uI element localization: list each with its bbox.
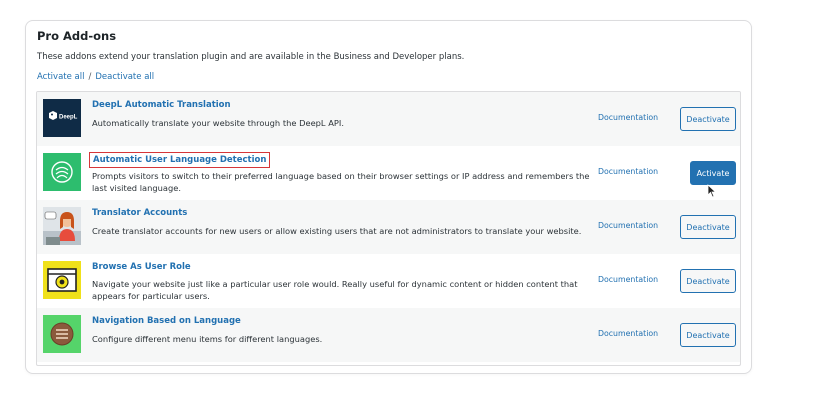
mouse-cursor-icon bbox=[707, 184, 717, 198]
deepl-logo-icon: DeepL bbox=[43, 99, 81, 137]
deactivate-all-link[interactable]: Deactivate all bbox=[95, 72, 154, 82]
section-title: Pro Add-ons bbox=[37, 29, 117, 43]
addon-name-highlighted: Automatic User Language Detection bbox=[89, 152, 271, 168]
browse-window-eye-icon bbox=[43, 261, 81, 299]
documentation-link[interactable]: Documentation bbox=[598, 221, 658, 230]
activate-button[interactable]: Activate bbox=[690, 161, 736, 185]
addon-description: Create translator accounts for new users… bbox=[92, 226, 582, 236]
pro-addons-panel: Pro Add-ons These addons extend your tra… bbox=[25, 20, 752, 374]
bulk-actions: Activate all / Deactivate all bbox=[37, 72, 154, 82]
bulk-separator: / bbox=[88, 72, 92, 82]
activate-all-link[interactable]: Activate all bbox=[37, 72, 84, 82]
addons-list: DeepL DeepL Automatic Translation Automa… bbox=[36, 91, 741, 366]
addon-name: Translator Accounts bbox=[92, 208, 188, 218]
addon-row-translator-accounts: Translator Accounts Create translator ac… bbox=[37, 200, 740, 254]
addon-row-browse-as-user-role: Browse As User Role Navigate your websit… bbox=[37, 254, 740, 308]
addon-name: DeepL Automatic Translation bbox=[92, 100, 231, 110]
deactivate-button[interactable]: Deactivate bbox=[680, 269, 736, 293]
addon-description: Prompts visitors to switch to their pref… bbox=[92, 171, 590, 193]
section-description: These addons extend your translation plu… bbox=[37, 52, 465, 62]
addon-description: Automatically translate your website thr… bbox=[92, 118, 344, 128]
deepl-logo-text: DeepL bbox=[59, 115, 78, 121]
addon-name: Browse As User Role bbox=[92, 262, 191, 272]
addon-row-language-detection: Automatic User Language Detection Prompt… bbox=[37, 146, 740, 200]
navigation-menu-icon bbox=[43, 315, 81, 353]
documentation-link[interactable]: Documentation bbox=[598, 329, 658, 338]
addon-row-navigation-language: Navigation Based on Language Configure d… bbox=[37, 308, 740, 362]
addon-description: Navigate your website just like a partic… bbox=[92, 279, 578, 301]
documentation-link[interactable]: Documentation bbox=[598, 167, 658, 176]
language-detection-icon bbox=[43, 153, 81, 191]
addon-row-deepl: DeepL DeepL Automatic Translation Automa… bbox=[37, 92, 740, 146]
documentation-link[interactable]: Documentation bbox=[598, 275, 658, 284]
addon-name: Navigation Based on Language bbox=[92, 316, 241, 326]
documentation-link[interactable]: Documentation bbox=[598, 113, 658, 122]
translator-avatar-icon bbox=[43, 207, 81, 245]
addon-description: Configure different menu items for diffe… bbox=[92, 334, 323, 344]
deactivate-button[interactable]: Deactivate bbox=[680, 107, 736, 131]
deactivate-button[interactable]: Deactivate bbox=[680, 323, 736, 347]
deactivate-button[interactable]: Deactivate bbox=[680, 215, 736, 239]
